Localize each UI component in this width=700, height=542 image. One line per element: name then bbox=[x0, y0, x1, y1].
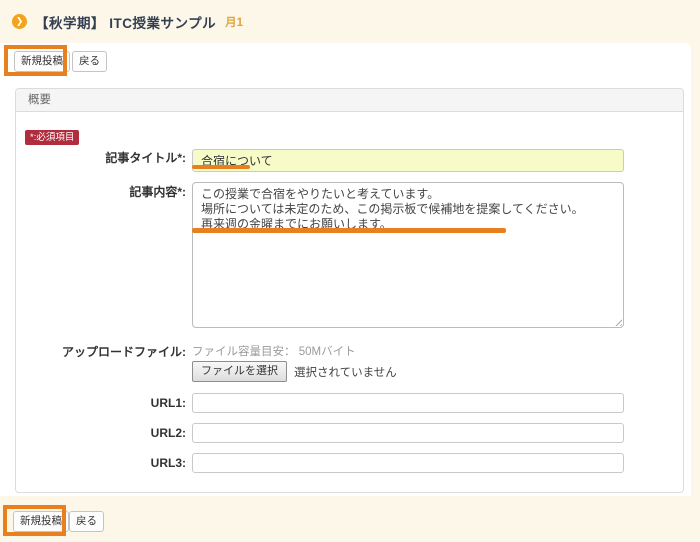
overview-panel: 概要 *:必須項目 記事タイトル*: 記事内容*: この授業で合宿をやりたいと考… bbox=[15, 88, 684, 493]
article-content-textarea[interactable]: この授業で合宿をやりたいと考えています。 場所については未定のため、この掲示板で… bbox=[192, 182, 624, 328]
new-post-button-bottom[interactable]: 新規投稿 bbox=[13, 511, 69, 532]
url3-input[interactable] bbox=[192, 453, 624, 473]
page-header: ❯ 【秋学期】 ITC授業サンプル 月1 bbox=[0, 0, 700, 43]
file-input-row: ファイルを選択 選択されていません bbox=[192, 361, 397, 382]
upload-size-hint: ファイル容量目安： 50Mバイト bbox=[192, 345, 356, 359]
page-title: 【秋学期】 ITC授業サンプル bbox=[35, 12, 216, 32]
url1-input[interactable] bbox=[192, 393, 624, 413]
file-select-button[interactable]: ファイルを選択 bbox=[192, 361, 287, 382]
chevron-right-circle-icon: ❯ bbox=[12, 14, 27, 29]
article-title-input[interactable] bbox=[192, 149, 624, 172]
back-button-top[interactable]: 戻る bbox=[72, 51, 107, 72]
upload-file-label: アップロードファイル: bbox=[16, 345, 186, 360]
content-area: 新規投稿 戻る 概要 *:必須項目 記事タイトル*: 記事内容*: この授業で合… bbox=[0, 43, 691, 496]
url3-label: URL3: bbox=[16, 456, 186, 471]
url1-label: URL1: bbox=[16, 396, 186, 411]
article-content-label: 記事内容*: bbox=[16, 185, 186, 200]
overview-panel-title: 概要 bbox=[16, 89, 683, 112]
article-title-label: 記事タイトル*: bbox=[16, 151, 186, 166]
new-post-button-top[interactable]: 新規投稿 bbox=[14, 51, 70, 72]
course-period-label: 月1 bbox=[225, 14, 243, 30]
url2-input[interactable] bbox=[192, 423, 624, 443]
url2-label: URL2: bbox=[16, 426, 186, 441]
required-fields-badge: *:必須項目 bbox=[25, 130, 79, 145]
back-button-bottom[interactable]: 戻る bbox=[69, 511, 104, 532]
page: ❯ 【秋学期】 ITC授業サンプル 月1 新規投稿 戻る 概要 *:必須項目 記… bbox=[0, 0, 700, 542]
file-selected-status: 選択されていません bbox=[294, 364, 397, 380]
